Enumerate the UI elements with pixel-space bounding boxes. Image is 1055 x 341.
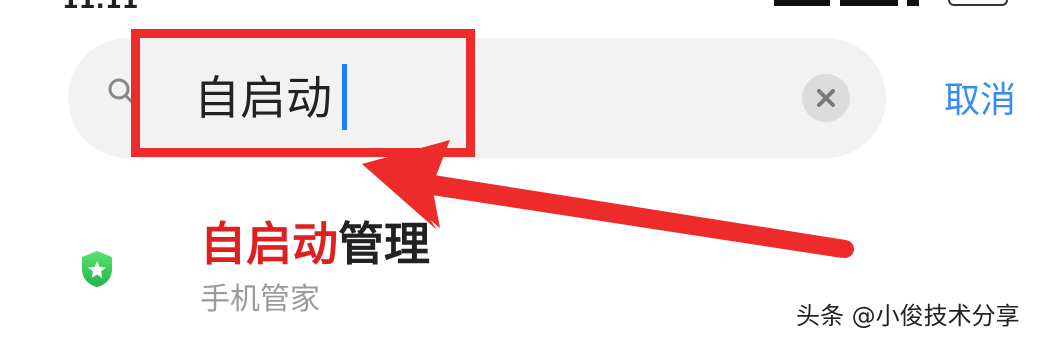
result-title-rest: 管理	[338, 217, 430, 271]
search-result-item[interactable]: 自启动管理 手机管家	[70, 205, 870, 325]
annotation-highlight-box	[131, 29, 475, 157]
battery-icon	[948, 0, 1008, 6]
result-title: 自启动管理	[200, 215, 430, 273]
clear-search-button[interactable]	[802, 74, 850, 122]
signal-icon	[774, 0, 830, 6]
close-icon	[817, 89, 835, 107]
result-title-match: 自启动	[200, 217, 338, 271]
wifi-icon	[907, 0, 919, 6]
shield-star-icon	[79, 249, 115, 289]
signal-icon-2	[840, 0, 898, 6]
status-time: 11:11	[62, 0, 139, 14]
cancel-button[interactable]: 取消	[944, 78, 1016, 124]
status-bar: 11:11	[0, 0, 1055, 14]
result-subtitle: 手机管家	[200, 282, 320, 317]
watermark: 头条 @小俊技术分享	[796, 302, 1020, 330]
